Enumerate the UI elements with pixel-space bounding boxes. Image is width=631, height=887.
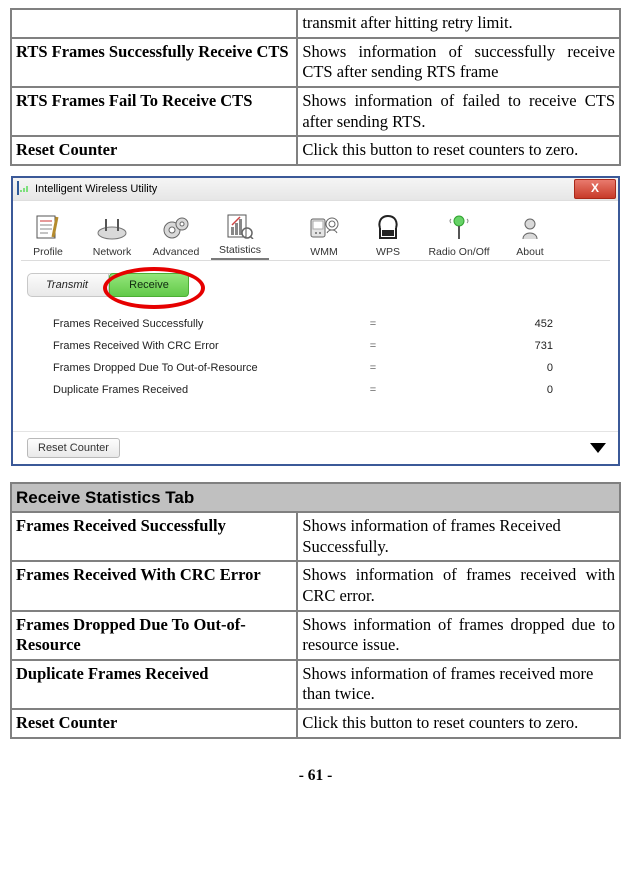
toolbar-about[interactable]: About [501, 212, 559, 260]
close-button[interactable]: X [574, 179, 616, 199]
advanced-icon [147, 212, 205, 244]
toolbar-label: About [516, 246, 543, 258]
stat-value: 452 [393, 318, 561, 330]
table-header: Receive Statistics Tab [12, 484, 619, 511]
table-cell: RTS Frames Fail To Receive CTS [12, 88, 296, 135]
bottom-bar: Reset Counter [13, 431, 618, 464]
transmit-stats-continued-table: transmit after hitting retry limit. RTS … [10, 8, 621, 166]
table-cell [12, 10, 296, 37]
wmm-icon [295, 212, 353, 244]
toolbar-label: Statistics [219, 244, 261, 256]
table-cell: Reset Counter [12, 137, 296, 164]
stat-value: 0 [393, 362, 561, 374]
stat-row: Duplicate Frames Received = 0 [53, 379, 604, 401]
expand-down-icon[interactable] [590, 443, 606, 453]
reset-counter-button[interactable]: Reset Counter [27, 438, 120, 458]
subtabs: Transmit Receive [13, 261, 618, 307]
equals-sign: = [353, 384, 393, 396]
tab-receive[interactable]: Receive [109, 273, 189, 297]
titlebar: Intelligent Wireless Utility X [13, 178, 618, 201]
stat-label: Frames Received With CRC Error [53, 340, 353, 352]
table-cell: Shows information of frames received wit… [298, 562, 619, 609]
toolbar-label: WMM [310, 246, 337, 258]
table-cell: Reset Counter [12, 710, 296, 737]
stat-label: Frames Received Successfully [53, 318, 353, 330]
tab-transmit[interactable]: Transmit [27, 273, 107, 297]
table-cell: Shows information of frames dropped due … [298, 612, 619, 659]
toolbar-label: WPS [376, 246, 400, 258]
radio-icon [423, 212, 495, 244]
utility-screenshot: Intelligent Wireless Utility X Profile N… [11, 176, 620, 466]
table-cell: RTS Frames Successfully Receive CTS [12, 39, 296, 86]
receive-stats-table: Receive Statistics Tab Frames Received S… [10, 482, 621, 739]
stat-label: Duplicate Frames Received [53, 384, 353, 396]
table-cell: Shows information of frames Received Suc… [298, 513, 619, 560]
network-icon [83, 212, 141, 244]
toolbar-profile[interactable]: Profile [19, 212, 77, 260]
toolbar-label: Radio On/Off [428, 246, 489, 258]
profile-icon [19, 212, 77, 244]
table-cell: transmit after hitting retry limit. [298, 10, 619, 37]
table-cell: Frames Received With CRC Error [12, 562, 296, 609]
equals-sign: = [353, 318, 393, 330]
stat-label: Frames Dropped Due To Out-of-Resource [53, 362, 353, 374]
stat-value: 731 [393, 340, 561, 352]
table-cell: Shows information of frames received mor… [298, 661, 619, 708]
table-cell: Click this button to reset counters to z… [298, 137, 619, 164]
about-icon [501, 212, 559, 244]
stat-row: Frames Received With CRC Error = 731 [53, 335, 604, 357]
toolbar-statistics[interactable]: Statistics [211, 210, 269, 260]
wps-icon [359, 212, 417, 244]
toolbar-radio[interactable]: Radio On/Off [423, 212, 495, 260]
stat-value: 0 [393, 384, 561, 396]
stat-row: Frames Received Successfully = 452 [53, 313, 604, 335]
toolbar-wps[interactable]: WPS [359, 212, 417, 260]
page-number: - 61 - [10, 749, 621, 789]
toolbar-label: Network [93, 246, 132, 258]
table-cell: Click this button to reset counters to z… [298, 710, 619, 737]
toolbar-advanced[interactable]: Advanced [147, 212, 205, 260]
toolbar-wmm[interactable]: WMM [295, 212, 353, 260]
toolbar-label: Profile [33, 246, 63, 258]
table-cell: Shows information of successfully receiv… [298, 39, 619, 86]
stats-list: Frames Received Successfully = 452 Frame… [13, 307, 618, 431]
equals-sign: = [353, 340, 393, 352]
table-cell: Frames Received Successfully [12, 513, 296, 560]
toolbar-label: Advanced [153, 246, 200, 258]
table-cell: Duplicate Frames Received [12, 661, 296, 708]
window-title: Intelligent Wireless Utility [35, 183, 157, 195]
app-icon [17, 182, 31, 196]
stat-row: Frames Dropped Due To Out-of-Resource = … [53, 357, 604, 379]
statistics-icon [211, 210, 269, 242]
table-cell: Frames Dropped Due To Out-of-Resource [12, 612, 296, 659]
toolbar-network[interactable]: Network [83, 212, 141, 260]
equals-sign: = [353, 362, 393, 374]
toolbar: Profile Network Advanced Statistics [13, 201, 618, 260]
table-cell: Shows information of failed to receive C… [298, 88, 619, 135]
